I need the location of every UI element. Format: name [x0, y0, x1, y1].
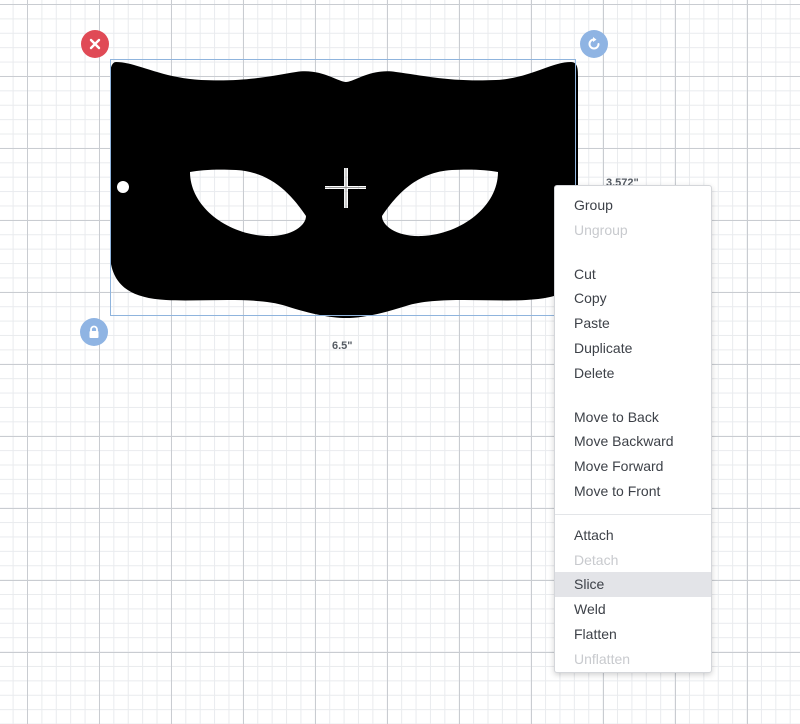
menu-item-unflatten: Unflatten	[574, 650, 631, 667]
menu-item-copy[interactable]: Copy	[555, 286, 711, 311]
menu-item-delete[interactable]: Delete	[555, 361, 711, 386]
menu-item-move-forward[interactable]: Move Forward	[555, 454, 711, 479]
menu-item-slice[interactable]: Slice	[555, 572, 711, 598]
rotate-handle[interactable]	[580, 30, 608, 58]
lock-icon	[89, 325, 99, 338]
delete-handle[interactable]	[81, 30, 109, 58]
selection-bounding-box	[110, 59, 576, 316]
menu-item-move-to-front[interactable]: Move to Front	[555, 479, 711, 504]
attach-point	[117, 181, 129, 193]
width-dimension-label: 6.5"	[332, 340, 353, 352]
context-menu: Group Ungroup Cut Copy Paste Duplicate D…	[554, 185, 712, 673]
menu-divider	[555, 504, 711, 523]
menu-item-ungroup: Ungroup	[574, 221, 628, 238]
menu-item-attach[interactable]: Attach	[555, 523, 711, 548]
menu-item-move-backward[interactable]: Move Backward	[555, 429, 711, 454]
menu-item-flatten[interactable]: Flatten	[555, 622, 711, 647]
menu-item-group[interactable]: Group	[555, 193, 711, 218]
menu-spacer	[555, 386, 711, 405]
menu-item-duplicate[interactable]: Duplicate	[555, 336, 711, 361]
menu-item-cut[interactable]: Cut	[555, 262, 711, 287]
lock-handle[interactable]	[80, 318, 108, 346]
menu-item-move-to-back[interactable]: Move to Back	[555, 405, 711, 430]
menu-item-paste[interactable]: Paste	[555, 311, 711, 336]
menu-item-detach: Detach	[574, 551, 619, 568]
rotate-icon	[588, 37, 600, 50]
menu-item-weld[interactable]: Weld	[555, 597, 711, 622]
menu-spacer	[555, 243, 711, 262]
close-icon	[89, 38, 101, 50]
